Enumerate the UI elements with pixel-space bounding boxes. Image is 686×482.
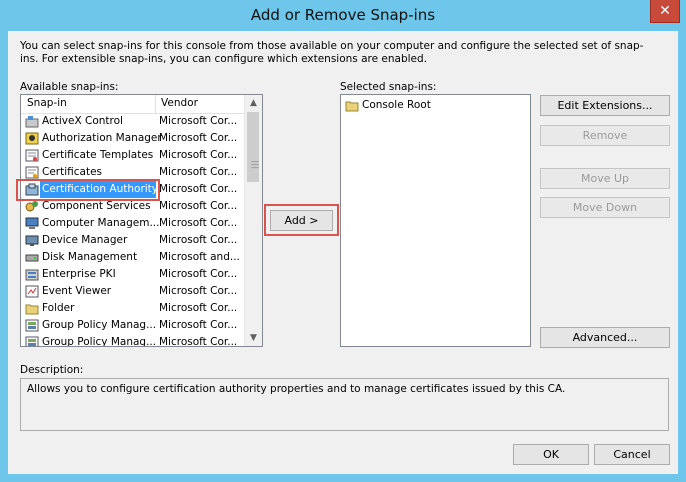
snapin-vendor: Microsoft Cor...	[159, 115, 238, 127]
description-box: Allows you to configure certification au…	[20, 378, 669, 431]
snapin-vendor: Microsoft Cor...	[159, 336, 238, 346]
intro-text: You can select snap-ins for this console…	[20, 40, 644, 65]
certificate-templates-icon	[25, 149, 39, 162]
snapin-list-item[interactable]: Device Manager Microsoft Cor...	[21, 232, 245, 249]
snapin-list-item[interactable]: Enterprise PKI Microsoft Cor...	[21, 266, 245, 283]
component-services-icon	[25, 200, 39, 213]
snapin-list-item[interactable]: Group Policy Manag... Microsoft Cor...	[21, 334, 245, 346]
selected-snapin-item[interactable]: Console Root	[341, 97, 530, 114]
snapin-name: ActiveX Control	[42, 115, 123, 127]
snapin-list-item[interactable]: Group Policy Manag... Microsoft Cor...	[21, 317, 245, 334]
snapin-name: Computer Managem...	[42, 217, 160, 229]
activex-icon	[25, 115, 39, 128]
scrollbar-thumb[interactable]: — — —	[247, 112, 259, 182]
close-icon: ✕	[659, 3, 671, 19]
selected-snapins-label: Selected snap-ins:	[340, 81, 437, 93]
move-down-button[interactable]: Move Down	[540, 197, 670, 218]
snapin-name: Certificates	[42, 166, 103, 178]
authorization-icon	[25, 132, 39, 145]
folder-icon	[345, 99, 359, 112]
available-snapins-label: Available snap-ins:	[20, 81, 119, 93]
dialog-body: You can select snap-ins for this console…	[8, 31, 678, 474]
description-label: Description:	[20, 364, 84, 376]
edit-extensions-button[interactable]: Edit Extensions...	[540, 95, 670, 116]
snapin-vendor: Microsoft Cor...	[159, 166, 238, 178]
selected-rows: Console Root	[341, 97, 530, 114]
snapin-vendor: Microsoft Cor...	[159, 234, 238, 246]
ok-button[interactable]: OK	[513, 444, 589, 465]
disk-management-icon	[25, 251, 39, 264]
snapin-name: Certificate Templates	[42, 149, 154, 161]
grip-icon: — — —	[251, 157, 259, 172]
selected-snapin-name: Console Root	[362, 99, 431, 111]
snapin-name: Enterprise PKI	[42, 268, 116, 280]
move-up-button[interactable]: Move Up	[540, 168, 670, 189]
event-viewer-icon	[25, 285, 39, 298]
snapin-vendor: Microsoft Cor...	[159, 183, 238, 195]
computer-management-icon	[25, 217, 39, 230]
dialog-window: Add or Remove Snap-ins ✕ You can select …	[0, 0, 686, 482]
snapin-vendor: Microsoft Cor...	[159, 149, 238, 161]
vertical-scrollbar[interactable]: ▲ — — — ▼	[244, 95, 262, 346]
snapin-name: Group Policy Manag...	[42, 319, 157, 331]
device-manager-icon	[25, 234, 39, 247]
snapin-list-item[interactable]: Disk Management Microsoft and...	[21, 249, 245, 266]
list-header: Snap-in Vendor	[21, 95, 245, 114]
group-policy-icon	[25, 336, 39, 346]
close-button[interactable]: ✕	[650, 0, 680, 23]
snapin-list-item[interactable]: Folder Microsoft Cor...	[21, 300, 245, 317]
snapin-list-item[interactable]: Certificate Templates Microsoft Cor...	[21, 147, 245, 164]
certificates-icon	[25, 166, 39, 179]
snapin-rows: ActiveX Control Microsoft Cor... Authoriza…	[21, 113, 245, 346]
title-bar[interactable]: Add or Remove Snap-ins ✕	[0, 0, 686, 30]
snapin-name: Group Policy Manag...	[42, 336, 157, 346]
window-title: Add or Remove Snap-ins	[250, 6, 436, 24]
description-text: Allows you to configure certification au…	[27, 383, 566, 395]
snapin-vendor: Microsoft Cor...	[159, 319, 238, 331]
snapin-name: Disk Management	[42, 251, 138, 263]
advanced-button[interactable]: Advanced...	[540, 327, 670, 348]
column-header-snapin[interactable]: Snap-in	[27, 97, 67, 109]
group-policy-icon	[25, 319, 39, 332]
snapin-vendor: Microsoft Cor...	[159, 285, 238, 297]
available-snapins-list[interactable]: Snap-in Vendor ActiveX Control Microsoft …	[20, 94, 263, 347]
selected-item-highlight	[16, 179, 160, 201]
cancel-button[interactable]: Cancel	[594, 444, 670, 465]
snapin-list-item[interactable]: Event Viewer Microsoft Cor...	[21, 283, 245, 300]
column-header-vendor[interactable]: Vendor	[161, 97, 198, 109]
snapin-vendor: Microsoft and...	[159, 251, 240, 263]
scroll-down-icon[interactable]: ▼	[245, 330, 262, 346]
selected-snapins-list[interactable]: Console Root	[340, 94, 531, 347]
snapin-name: Folder	[42, 302, 75, 314]
snapin-name: Event Viewer	[42, 285, 112, 297]
snapin-name: Device Manager	[42, 234, 128, 246]
folder-icon	[25, 302, 39, 315]
snapin-vendor: Microsoft Cor...	[159, 132, 238, 144]
snapin-name: Component Services	[42, 200, 151, 212]
add-button[interactable]: Add >	[270, 210, 333, 231]
snapin-vendor: Microsoft Cor...	[159, 302, 238, 314]
snapin-vendor: Microsoft Cor...	[159, 200, 238, 212]
snapin-list-item[interactable]: ActiveX Control Microsoft Cor...	[21, 113, 245, 130]
enterprise-pki-icon	[25, 268, 39, 281]
snapin-name: Authorization Manager	[42, 132, 162, 144]
snapin-list-item[interactable]: Computer Managem... Microsoft Cor...	[21, 215, 245, 232]
remove-button[interactable]: Remove	[540, 125, 670, 146]
scroll-up-icon[interactable]: ▲	[245, 95, 262, 111]
snapin-list-item[interactable]: Authorization Manager Microsoft Cor...	[21, 130, 245, 147]
snapin-vendor: Microsoft Cor...	[159, 268, 238, 280]
snapin-vendor: Microsoft Cor...	[159, 217, 238, 229]
